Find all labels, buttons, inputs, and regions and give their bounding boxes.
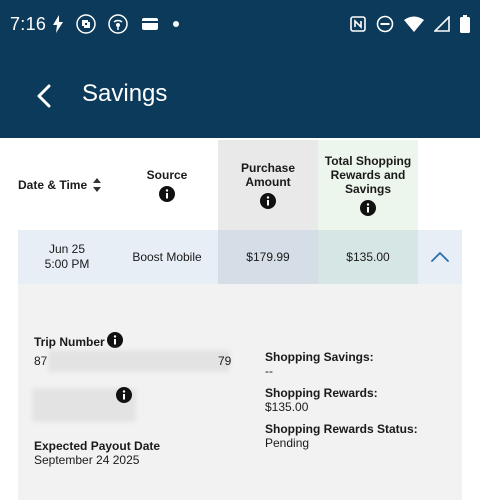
- notification-dot-icon: [173, 21, 179, 27]
- trip-number-value-start: 87: [34, 354, 48, 368]
- do-not-disturb-icon: [376, 15, 394, 33]
- chase-app-icon: [76, 14, 96, 34]
- shopping-rewards-label: Shopping Rewards:: [265, 386, 378, 400]
- info-icon[interactable]: [116, 387, 132, 403]
- header-purchase-amount: Purchase Amount: [218, 140, 318, 230]
- nfc-icon: [350, 16, 366, 32]
- back-button[interactable]: [28, 80, 60, 112]
- trip-number-value-end: 79: [218, 354, 232, 368]
- payout-date-label: Expected Payout Date: [34, 439, 161, 453]
- row-source: Boost Mobile: [132, 249, 202, 264]
- status-left-icons: [52, 14, 180, 34]
- table-row[interactable]: Jun 25 5:00 PM Boost Mobile $179.99 $135…: [18, 230, 462, 284]
- header-purchase-amount-label: Purchase Amount: [240, 161, 296, 189]
- rewards-status-value: Pending: [265, 436, 310, 450]
- sort-icon: [93, 178, 102, 192]
- row-total: $135.00: [318, 230, 418, 284]
- collapse-button[interactable]: [418, 230, 462, 284]
- signal-icon: [434, 16, 450, 32]
- status-bar: 7:16: [0, 0, 480, 52]
- header-date-time-label: Date & Time: [18, 178, 88, 192]
- info-icon[interactable]: [159, 186, 175, 202]
- app-bar: Savings: [0, 52, 480, 138]
- shopping-savings-label: Shopping Savings:: [265, 350, 374, 364]
- header-source-label: Source: [146, 168, 188, 182]
- battery-icon: [460, 15, 470, 33]
- wifi-icon: [404, 16, 424, 32]
- page-title: Savings: [82, 80, 168, 107]
- back-arrow-icon: [37, 84, 51, 108]
- row-purchase-amount: $179.99: [218, 230, 318, 284]
- row-time: 5:00 PM: [44, 257, 90, 271]
- header-total-shopping-rewards: Total Shopping Rewards and Savings: [318, 140, 418, 230]
- redacted-block: [48, 350, 230, 372]
- header-source: Source: [118, 140, 216, 230]
- info-icon[interactable]: [360, 200, 376, 216]
- flash-icon: [53, 15, 63, 33]
- row-detail-panel: Trip Number 87 79 Expected Payout Date S…: [18, 284, 462, 500]
- shopping-savings-value: --: [265, 364, 273, 378]
- chevron-up-icon: [431, 252, 449, 262]
- header-total-shopping-label: Total Shopping Rewards and Savings: [324, 154, 412, 196]
- trip-number-label: Trip Number: [34, 335, 105, 349]
- row-date-time: Jun 25 5:00 PM: [18, 230, 116, 284]
- row-date: Jun 25: [48, 242, 86, 256]
- hotspot-app-icon: [108, 14, 128, 34]
- header-date-time[interactable]: Date & Time: [18, 140, 118, 230]
- table-header: Date & Time Source Purchase Amount Total…: [0, 140, 480, 230]
- info-icon[interactable]: [260, 193, 276, 209]
- status-time: 7:16: [10, 14, 47, 34]
- status-right-icons: [350, 15, 470, 33]
- shopping-rewards-value: $135.00: [265, 400, 309, 414]
- payout-date-value: September 24 2025: [34, 453, 140, 467]
- info-icon[interactable]: [107, 332, 123, 348]
- wallet-icon: [142, 18, 158, 30]
- rewards-status-label: Shopping Rewards Status:: [265, 422, 418, 436]
